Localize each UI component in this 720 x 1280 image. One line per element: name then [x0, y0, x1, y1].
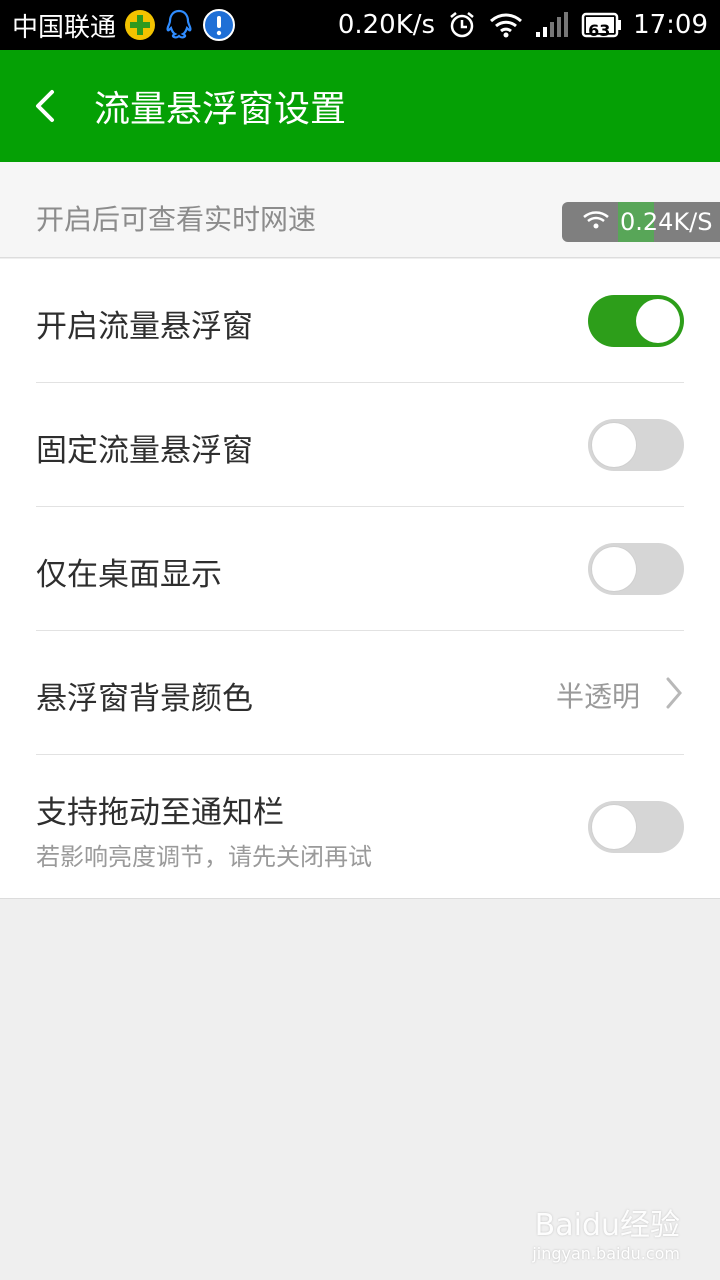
info-text: 开启后可查看实时网速	[36, 203, 317, 236]
setting-pin-floating-window[interactable]: 固定流量悬浮窗	[36, 383, 684, 507]
setting-label: 支持拖动至通知栏	[36, 795, 284, 831]
security-app-icon	[124, 9, 156, 41]
desktop-only-toggle[interactable]	[588, 543, 684, 595]
chevron-right-icon	[666, 677, 682, 709]
setting-label: 仅在桌面显示	[36, 557, 222, 593]
qq-icon	[164, 9, 194, 41]
pin-floating-window-toggle[interactable]	[588, 419, 684, 471]
speed-preview-value: 0.24K/S	[620, 208, 713, 236]
alert-icon	[202, 8, 236, 42]
setting-desktop-only[interactable]: 仅在桌面显示	[36, 507, 684, 631]
background-color-value: 半透明	[555, 680, 640, 713]
watermark-url: jingyan.baidu.com	[532, 1244, 680, 1263]
signal-icon	[535, 12, 569, 38]
clock-time: 17:09	[633, 10, 708, 40]
battery-icon: 63	[581, 12, 622, 40]
setting-label: 悬浮窗背景颜色	[36, 681, 253, 717]
alarm-icon	[447, 10, 477, 40]
wifi-icon	[489, 12, 523, 38]
enable-floating-window-toggle[interactable]	[588, 295, 684, 347]
wifi-icon	[582, 208, 610, 236]
setting-drag-to-notification[interactable]: 支持拖动至通知栏 若影响亮度调节，请先关闭再试	[36, 755, 684, 899]
status-bar: 中国联通 0.20K/s 63 17:09	[0, 0, 720, 50]
net-speed: 0.20K/s	[337, 10, 436, 40]
page-title: 流量悬浮窗设置	[94, 89, 347, 130]
settings-list: 开启流量悬浮窗 固定流量悬浮窗 仅在桌面显示 悬浮窗背景颜色 半透明 支持拖动至…	[0, 259, 720, 899]
setting-label: 开启流量悬浮窗	[36, 309, 253, 345]
setting-enable-floating-window[interactable]: 开启流量悬浮窗	[36, 259, 684, 383]
back-button[interactable]	[0, 50, 90, 162]
setting-background-color[interactable]: 悬浮窗背景颜色 半透明	[36, 631, 684, 755]
app-header: 流量悬浮窗设置	[0, 50, 720, 162]
setting-sublabel: 若影响亮度调节，请先关闭再试	[36, 843, 372, 871]
speed-preview-widget: 0.24K/S	[562, 202, 720, 242]
watermark-brand: Baidu经验	[534, 1208, 680, 1243]
info-row: 开启后可查看实时网速 0.24K/S	[0, 162, 720, 258]
carrier-name: 中国联通	[12, 12, 117, 43]
drag-to-notification-toggle[interactable]	[588, 801, 684, 853]
setting-label: 固定流量悬浮窗	[36, 433, 253, 469]
back-arrow-icon	[36, 90, 54, 122]
battery-level: 63	[588, 21, 611, 40]
